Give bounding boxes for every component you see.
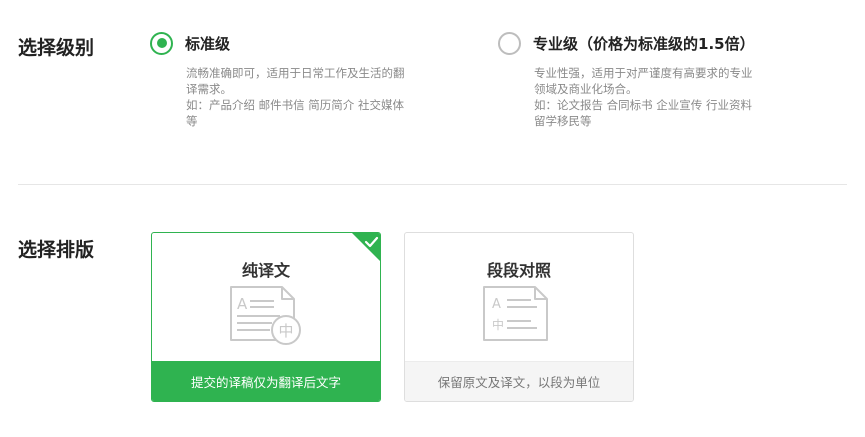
layout-card-translation-only[interactable]: 纯译文 A 中 提交的译稿仅为翻译后文字 [151,232,381,402]
svg-text:A: A [237,295,248,313]
card-title: 纯译文 [241,261,290,280]
desc-line: 流畅准确即可，适用于日常工作及生活的翻 [186,66,405,80]
desc-line: 如：产品介绍 邮件书信 简历简介 社交媒体 [186,98,404,112]
card-footer: 保留原文及译文，以段为单位 [405,361,633,401]
grade-option-standard-header[interactable]: 标准级 [150,30,470,56]
translation-options-panel: 选择级别 标准级 流畅准确即可，适用于日常工作及生活的翻 译需求。 如：产品介绍… [0,0,865,437]
grade-option-professional-header[interactable]: 专业级（价格为标准级的1.5倍） [498,30,838,56]
grade-option-standard[interactable]: 标准级 流畅准确即可，适用于日常工作及生活的翻 译需求。 如：产品介绍 邮件书信… [150,30,470,129]
radio-unchecked-icon[interactable] [498,31,521,55]
radio-checked-icon[interactable] [150,31,173,55]
card-title: 段段对照 [486,261,551,280]
grade-option-standard-title: 标准级 [185,34,231,53]
svg-text:中: 中 [278,322,293,340]
grade-option-professional-desc: 专业性强，适用于对严谨度有高要求的专业 领域及商业化场合。 如：论文报告 合同标… [534,65,838,129]
desc-line: 译需求。 [186,82,232,96]
desc-line: 等 [186,114,198,128]
desc-line: 留学移民等 [534,114,592,128]
layout-card-paragraph-bilingual[interactable]: 段段对照 A 中 保留原文及译文，以段为单位 [404,232,634,402]
svg-text:中: 中 [492,317,504,332]
grade-option-professional-title: 专业级（价格为标准级的1.5倍） [533,34,755,53]
bilingual-document-icon: A 中 [483,286,548,341]
layout-section-label: 选择排版 [18,239,95,261]
grade-section-label: 选择级别 [18,37,95,59]
desc-line: 领域及商业化场合。 [534,82,638,96]
card-footer: 提交的译稿仅为翻译后文字 [152,361,380,401]
desc-line: 专业性强，适用于对严谨度有高要求的专业 [534,66,753,80]
radio-dot [156,38,167,48]
svg-text:A: A [492,297,501,312]
section-divider [18,184,847,185]
desc-line: 如：论文报告 合同标书 企业宣传 行业资料 [534,98,752,112]
grade-option-professional[interactable]: 专业级（价格为标准级的1.5倍） 专业性强，适用于对严谨度有高要求的专业 领域及… [498,30,838,129]
translated-document-icon: A 中 [230,286,301,345]
grade-option-standard-desc: 流畅准确即可，适用于日常工作及生活的翻 译需求。 如：产品介绍 邮件书信 简历简… [186,65,470,129]
